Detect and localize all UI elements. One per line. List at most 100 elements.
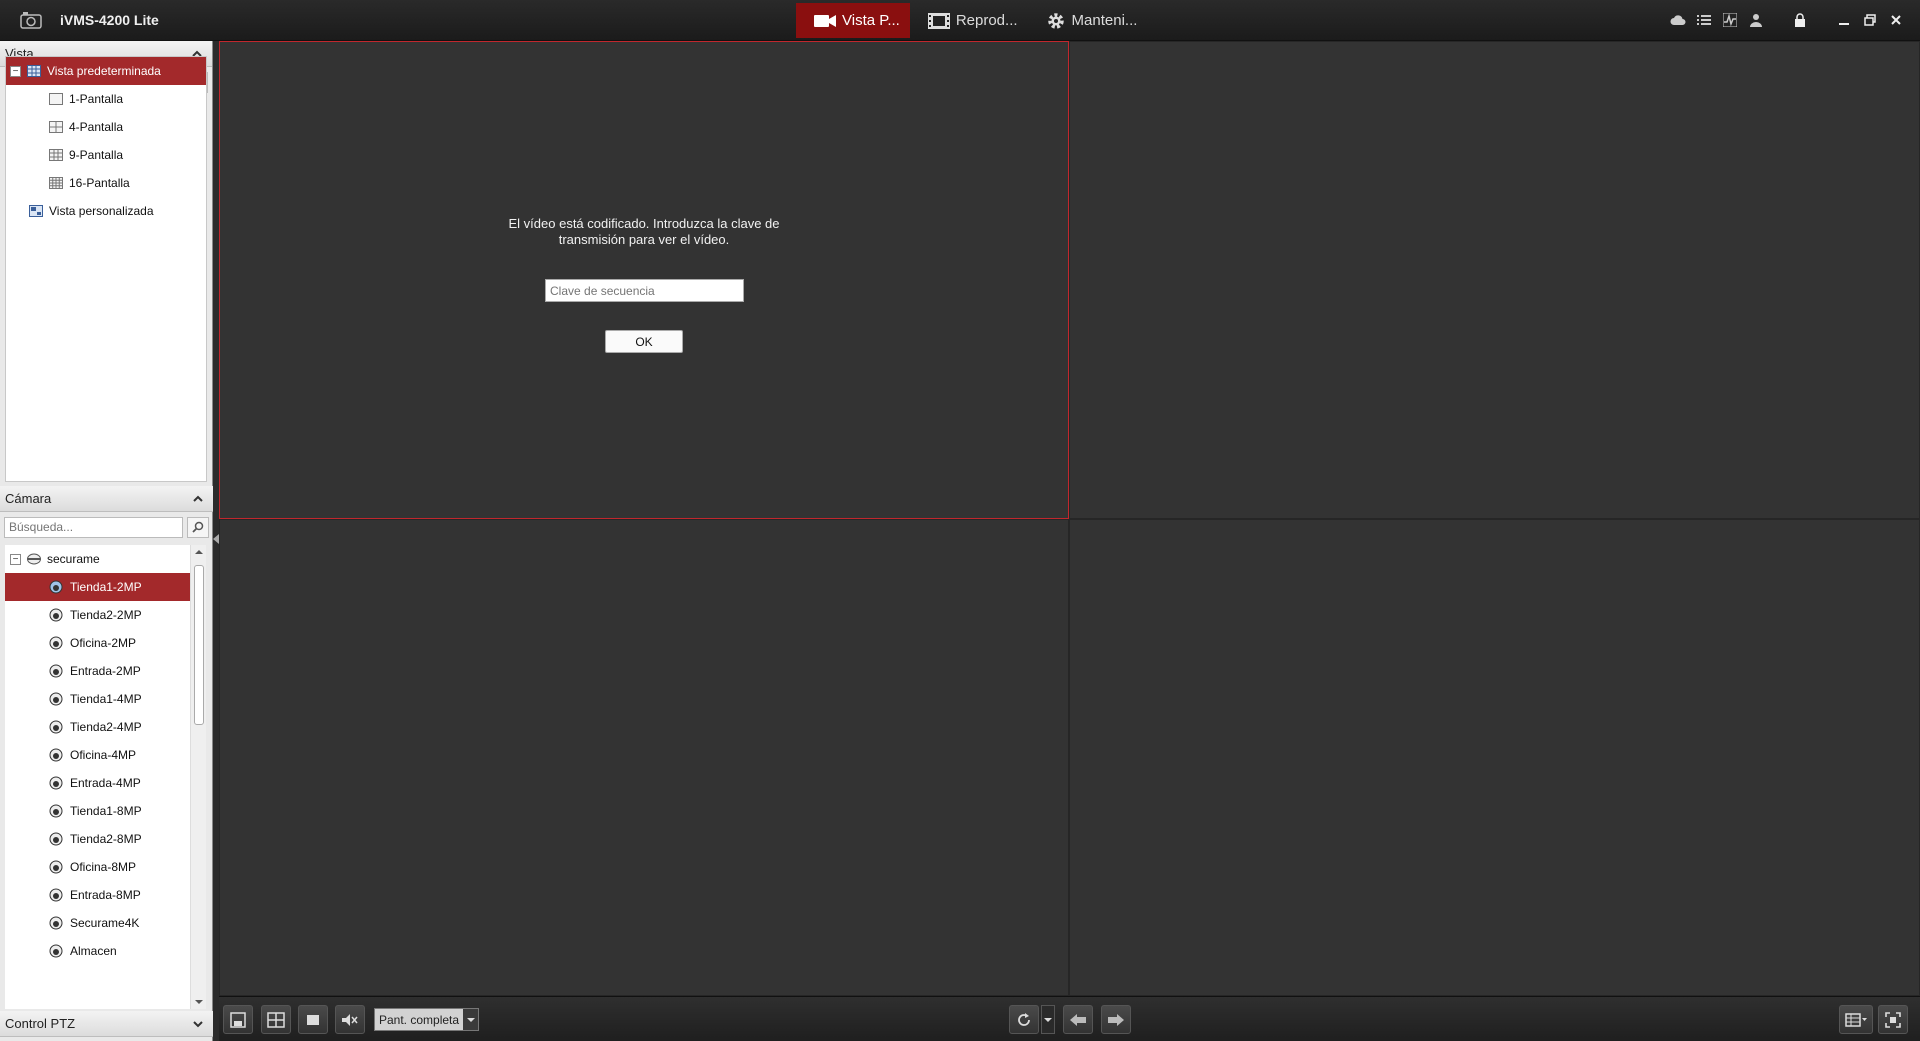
collapse-toggle-icon[interactable]: −: [10, 553, 21, 565]
video-cell-1[interactable]: El vídeo está codificado. Introduzca la …: [219, 41, 1069, 519]
next-page-button[interactable]: [1101, 1005, 1131, 1034]
list-icon[interactable]: [1696, 12, 1712, 28]
cloud-icon[interactable]: [1670, 12, 1686, 28]
title-bar: iVMS-4200 Lite Vista P... Reprod... Mant…: [0, 0, 1920, 41]
dome-camera-icon: [49, 692, 63, 706]
camera-search-row: [0, 512, 213, 542]
tree-item-1-screen[interactable]: 1-Pantalla: [6, 85, 206, 113]
camera-label: Oficina-4MP: [70, 748, 137, 762]
camera-list: Tienda1-2MP Tienda2-2MP Oficina-2MP Entrada…: [5, 573, 190, 965]
sixteen-screen-icon: [49, 177, 63, 189]
dvr-device-icon: [27, 553, 41, 565]
tree-item-9-screen[interactable]: 9-Pantalla: [6, 141, 206, 169]
camera-label: Tienda1-2MP: [70, 580, 142, 594]
user-icon[interactable]: [1748, 12, 1764, 28]
encryption-message: El vídeo está codificado. Introduzca la …: [220, 216, 1068, 248]
ok-button[interactable]: OK: [605, 330, 683, 353]
dome-camera-icon: [49, 776, 63, 790]
camera-list-item[interactable]: Tienda2-4MP: [5, 713, 190, 741]
stop-icon: [307, 1014, 319, 1025]
camera-label: Tienda1-8MP: [70, 804, 142, 818]
camera-list-item[interactable]: Tienda1-4MP: [5, 685, 190, 713]
save-view-button[interactable]: [223, 1005, 253, 1034]
camera-panel: Cámara: [0, 486, 213, 542]
mute-speaker-icon: [342, 1013, 358, 1026]
camera-list-item[interactable]: Entrada-2MP: [5, 657, 190, 685]
previous-page-button[interactable]: [1063, 1005, 1093, 1034]
camera-list-item[interactable]: Almacen: [5, 937, 190, 965]
tab-label: Reprod...: [955, 12, 1018, 29]
camera-search-input[interactable]: [4, 516, 183, 538]
camera-list-item[interactable]: Oficina-2MP: [5, 629, 190, 657]
scroll-up-icon[interactable]: [195, 550, 203, 554]
pulse-chart-icon[interactable]: [1722, 12, 1738, 28]
arrow-left-icon: [1070, 1013, 1086, 1026]
camera-search-button[interactable]: [187, 516, 209, 538]
tree-item-default-view[interactable]: − Vista predeterminada: [6, 57, 206, 85]
main-nav-tabs: Vista P... Reprod... Manteni...: [796, 3, 1147, 38]
mute-button[interactable]: [335, 1005, 365, 1034]
window-division-icon: [267, 1011, 285, 1028]
camera-panel-header[interactable]: Cámara: [0, 486, 213, 512]
tab-maintenance[interactable]: Manteni...: [1028, 3, 1148, 38]
camera-label: Entrada-8MP: [70, 888, 141, 902]
chevron-down-icon[interactable]: [191, 1017, 205, 1031]
dome-camera-icon: [49, 888, 63, 902]
camera-tree: − securame Tienda1-2MP Tienda2-2MP Oficina…: [5, 545, 190, 1009]
stop-all-button[interactable]: [298, 1005, 328, 1034]
chevron-up-icon[interactable]: [191, 492, 205, 506]
tab-label: Vista P...: [842, 12, 900, 29]
lock-icon[interactable]: [1792, 12, 1808, 28]
video-cell-4[interactable]: [1069, 519, 1920, 996]
collapse-toggle-icon[interactable]: −: [10, 65, 21, 77]
window-division-button[interactable]: [261, 1005, 291, 1034]
fullscreen-button[interactable]: [1878, 1005, 1908, 1034]
camera-list-item[interactable]: Oficina-4MP: [5, 741, 190, 769]
stream-mode-select[interactable]: Pant. completa: [374, 1008, 479, 1031]
auto-switch-button[interactable]: [1009, 1005, 1039, 1034]
nine-screen-icon: [49, 149, 63, 161]
close-icon[interactable]: [1888, 12, 1904, 28]
minimize-icon[interactable]: [1836, 12, 1852, 28]
video-grid: El vídeo está codificado. Introduzca la …: [219, 41, 1920, 996]
camera-list-item[interactable]: Tienda2-2MP: [5, 601, 190, 629]
tree-item-4-screen[interactable]: 4-Pantalla: [6, 113, 206, 141]
fullscreen-icon: [1885, 1011, 1901, 1028]
camera-list-item[interactable]: Securame4K: [5, 909, 190, 937]
stream-key-input[interactable]: [545, 279, 744, 302]
tree-item-custom-view[interactable]: Vista personalizada: [6, 197, 206, 225]
stream-mode-value: Pant. completa: [379, 1012, 460, 1027]
tree-item-label: 4-Pantalla: [69, 120, 124, 134]
video-cell-3[interactable]: [219, 519, 1069, 996]
camera-list-item[interactable]: Tienda2-8MP: [5, 825, 190, 853]
dome-camera-icon: [49, 664, 63, 678]
dome-camera-icon: [49, 860, 63, 874]
camera-list-item[interactable]: Entrada-4MP: [5, 769, 190, 797]
ptz-panel-header[interactable]: Control PTZ: [0, 1011, 213, 1037]
camera-logo-icon: [20, 12, 42, 29]
auto-switch-dropdown[interactable]: [1041, 1005, 1055, 1034]
tab-playback[interactable]: Reprod...: [910, 3, 1028, 38]
scroll-down-icon[interactable]: [195, 1000, 203, 1004]
layout-menu-button[interactable]: [1839, 1005, 1873, 1034]
message-line: transmisión para ver el vídeo.: [558, 232, 730, 247]
video-cell-2[interactable]: [1069, 41, 1920, 519]
camera-list-item[interactable]: Entrada-8MP: [5, 881, 190, 909]
search-icon: [192, 521, 204, 533]
camera-list-item[interactable]: Oficina-8MP: [5, 853, 190, 881]
camera-list-item[interactable]: Tienda1-8MP: [5, 797, 190, 825]
view-tree: − Vista predeterminada 1-Pantalla 4-Pant…: [5, 56, 207, 482]
dome-camera-icon: [49, 832, 63, 846]
camera-list-item[interactable]: Tienda1-2MP: [5, 573, 190, 601]
tree-item-16-screen[interactable]: 16-Pantalla: [6, 169, 206, 197]
restore-icon[interactable]: [1862, 12, 1878, 28]
chevron-down-icon[interactable]: [463, 1009, 478, 1030]
camera-scrollbar[interactable]: [190, 545, 206, 1009]
scrollbar-thumb[interactable]: [194, 565, 204, 725]
tab-live-view[interactable]: Vista P...: [796, 3, 910, 38]
quad-screen-icon: [49, 121, 63, 133]
camera-group-row[interactable]: − securame: [5, 545, 190, 573]
dome-camera-icon: [49, 944, 63, 958]
custom-view-icon: [29, 205, 43, 217]
chevron-down-icon: [1044, 1017, 1052, 1022]
